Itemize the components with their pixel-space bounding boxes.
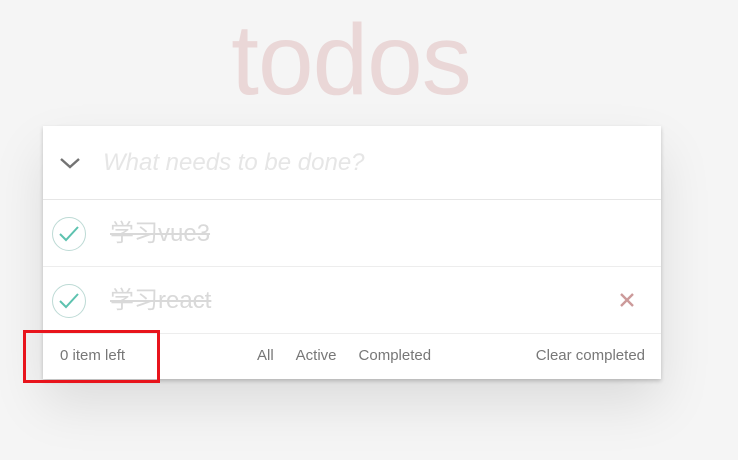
app-title: todos [231,4,472,116]
todo-toggle-checkbox[interactable] [52,217,86,251]
todo-header [43,126,661,200]
close-icon [620,293,634,307]
checkmark-icon [59,226,79,242]
todo-item: 学习react [43,267,661,334]
filter-list: All Active Completed [257,347,453,364]
delete-todo-button[interactable] [615,288,639,312]
filter-all-link[interactable]: All [257,347,274,364]
todo-page: todos 学习vue3 [0,0,738,460]
toggle-all-button[interactable] [57,146,83,180]
new-todo-input[interactable] [103,138,643,188]
todo-item: 学习vue3 [43,200,661,267]
filter-active-link[interactable]: Active [296,347,337,364]
annotation-highlight-box [23,330,160,383]
todo-label[interactable]: 学习react [110,285,601,317]
clear-completed-button[interactable]: Clear completed [536,347,645,364]
todo-label[interactable]: 学习vue3 [110,218,601,250]
chevron-down-icon [60,158,80,169]
filter-completed-link[interactable]: Completed [359,347,432,364]
checkmark-icon [59,293,79,309]
todo-list: 学习vue3 学习react [43,200,661,334]
todo-toggle-checkbox[interactable] [52,284,86,318]
